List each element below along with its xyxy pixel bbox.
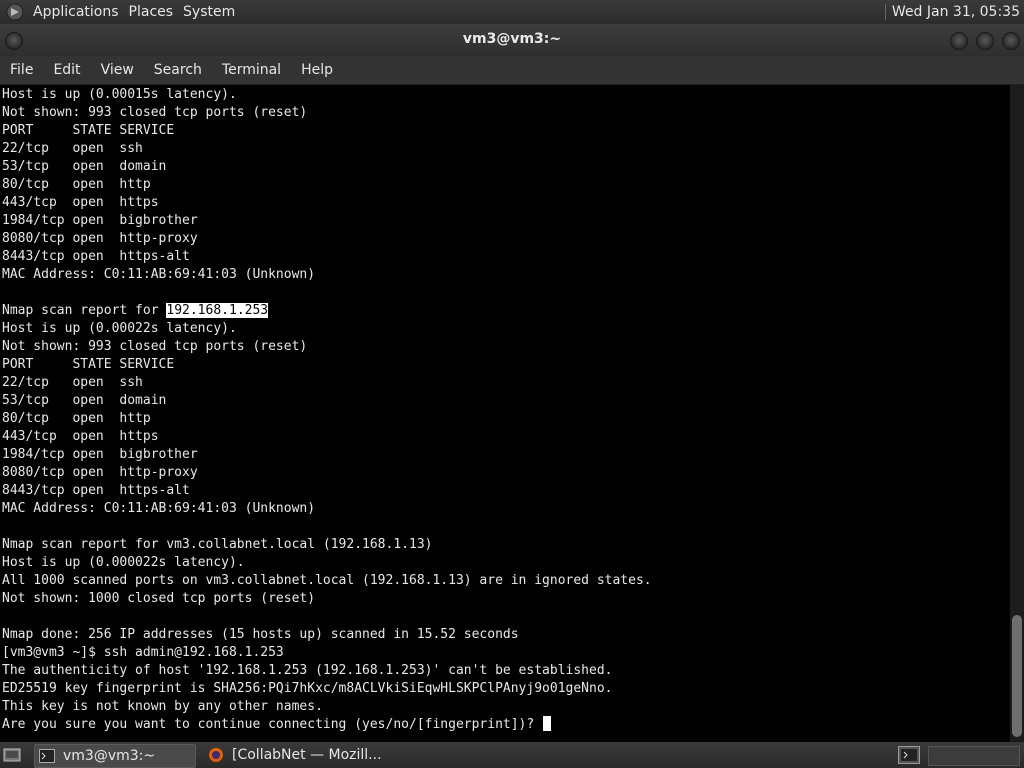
terminal-line: 443/tcp open https <box>2 195 159 210</box>
terminal-line: Nmap done: 256 IP addresses (15 hosts up… <box>2 627 519 642</box>
scrollbar-thumb[interactable] <box>1012 615 1022 737</box>
terminal-line: 22/tcp open ssh <box>2 375 143 390</box>
menu-view[interactable]: View <box>91 56 144 84</box>
panel-clock-area: Wed Jan 31, 05:35 <box>884 4 1024 20</box>
terminal-line: ED25519 key fingerprint is SHA256:PQi7hK… <box>2 681 613 696</box>
terminal-line: PORT STATE SERVICE <box>2 357 175 372</box>
selected-ip-text[interactable]: 192.168.1.253 <box>166 303 269 318</box>
minimize-button[interactable] <box>950 32 968 50</box>
terminal-line: Not shown: 1000 closed tcp ports (reset) <box>2 591 316 606</box>
terminal-line: 53/tcp open domain <box>2 159 167 174</box>
window-menubar: File Edit View Search Terminal Help <box>0 56 1024 85</box>
terminal-line: 443/tcp open https <box>2 429 159 444</box>
terminal-line: 53/tcp open domain <box>2 393 167 408</box>
terminal-output[interactable]: Host is up (0.00015s latency). Not shown:… <box>0 85 1010 742</box>
menu-edit[interactable]: Edit <box>43 56 90 84</box>
gnome-foot-icon[interactable] <box>6 3 24 21</box>
terminal-line: 22/tcp open ssh <box>2 141 143 156</box>
maximize-button[interactable] <box>976 32 994 50</box>
terminal-window: vm3@vm3:~ File Edit View Search Terminal… <box>0 24 1024 742</box>
terminal-line: Host is up (0.00015s latency). <box>2 87 237 102</box>
terminal-line: [vm3@vm3 ~]$ ssh admin@192.168.1.253 <box>2 645 284 660</box>
terminal-line: Host is up (0.000022s latency). <box>2 555 245 570</box>
terminal-line: 80/tcp open http <box>2 177 151 192</box>
terminal-scrollbar[interactable] <box>1010 85 1024 742</box>
menu-terminal[interactable]: Terminal <box>212 56 291 84</box>
terminal-line: Nmap scan report for vm3.collabnet.local… <box>2 537 433 552</box>
system-menu[interactable]: System <box>178 0 240 24</box>
terminal-line: 1984/tcp open bigbrother <box>2 213 198 228</box>
terminal-line: Host is up (0.00022s latency). <box>2 321 237 336</box>
close-button[interactable] <box>1002 32 1020 50</box>
terminal-line: All 1000 scanned ports on vm3.collabnet.… <box>2 573 652 588</box>
task-firefox-label: [CollabNet — Mozill... <box>232 747 382 763</box>
workspace-switcher-icon[interactable] <box>898 746 920 764</box>
terminal-line: MAC Address: C0:11:AB:69:41:03 (Unknown) <box>2 501 316 516</box>
menu-help[interactable]: Help <box>291 56 343 84</box>
task-firefox[interactable]: [CollabNet — Mozill... <box>204 744 404 766</box>
task-terminal[interactable]: vm3@vm3:~ <box>34 744 196 768</box>
workspace-area[interactable] <box>928 746 1020 766</box>
menu-file[interactable]: File <box>0 56 43 84</box>
show-desktop-icon[interactable] <box>3 746 21 764</box>
terminal-line: Nmap scan report for 192.168.1.253 <box>2 303 269 318</box>
terminal-icon <box>39 749 55 763</box>
task-terminal-label: vm3@vm3:~ <box>63 748 156 764</box>
terminal-lines: Host is up (0.00015s latency). Not shown:… <box>2 86 652 734</box>
panel-separator <box>884 4 886 20</box>
bottom-panel: vm3@vm3:~ [CollabNet — Mozill... <box>0 742 1024 768</box>
places-menu[interactable]: Places <box>124 0 179 24</box>
terminal-line: Not shown: 993 closed tcp ports (reset) <box>2 105 308 120</box>
terminal-line: 1984/tcp open bigbrother <box>2 447 198 462</box>
terminal-line: 8443/tcp open https-alt <box>2 483 190 498</box>
clock[interactable]: Wed Jan 31, 05:35 <box>892 4 1020 20</box>
terminal-cursor <box>543 716 552 731</box>
window-title: vm3@vm3:~ <box>462 31 562 47</box>
terminal-line: Not shown: 993 closed tcp ports (reset) <box>2 339 308 354</box>
menu-search[interactable]: Search <box>144 56 212 84</box>
terminal-line: 8080/tcp open http-proxy <box>2 231 198 246</box>
terminal-line: 8080/tcp open http-proxy <box>2 465 198 480</box>
terminal-line: The authenticity of host '192.168.1.253 … <box>2 663 613 678</box>
top-panel: Applications Places System Wed Jan 31, 0… <box>0 0 1024 24</box>
terminal-line: PORT STATE SERVICE <box>2 123 175 138</box>
terminal-line: 80/tcp open http <box>2 411 151 426</box>
window-titlebar[interactable]: vm3@vm3:~ <box>0 24 1024 56</box>
firefox-icon <box>209 748 223 762</box>
terminal-line: Are you sure you want to continue connec… <box>2 716 652 734</box>
terminal-line: 8443/tcp open https-alt <box>2 249 190 264</box>
applications-menu[interactable]: Applications <box>28 0 124 24</box>
terminal-line: MAC Address: C0:11:AB:69:41:03 (Unknown) <box>2 267 316 282</box>
terminal-line: This key is not known by any other names… <box>2 699 323 714</box>
panel-menus: Applications Places System <box>28 0 240 24</box>
